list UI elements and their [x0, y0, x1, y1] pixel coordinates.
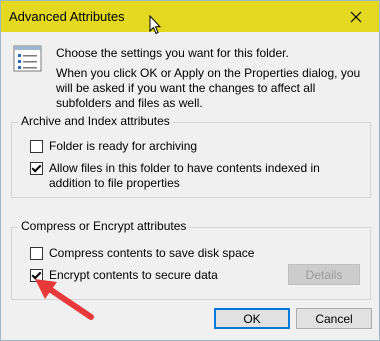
compress-checkbox[interactable] — [30, 247, 43, 260]
compress-checkbox-label: Compress contents to save disk space — [49, 246, 255, 260]
compress-group-label: Compress or Encrypt attributes — [18, 219, 190, 233]
intro-line-2: When you click OK or Apply on the Proper… — [56, 66, 361, 110]
archive-checkbox-label: Folder is ready for archiving — [49, 139, 198, 153]
cancel-button[interactable]: Cancel — [296, 308, 372, 329]
archive-checkbox[interactable] — [30, 140, 43, 153]
archive-group-label: Archive and Index attributes — [18, 114, 173, 128]
compress-checkbox-row[interactable]: Compress contents to save disk space — [30, 246, 254, 261]
advanced-attributes-dialog: Advanced Attributes Choose the settings … — [0, 0, 380, 341]
title-bar[interactable]: Advanced Attributes — [1, 1, 379, 32]
index-checkbox-label: Allow files in this folder to have conte… — [49, 161, 320, 190]
index-checkbox-row[interactable]: Allow files in this folder to have conte… — [30, 161, 360, 191]
details-button[interactable]: Details — [288, 264, 360, 285]
close-icon — [350, 11, 362, 22]
intro-text: Choose the settings you want for this fo… — [56, 46, 371, 116]
ok-button[interactable]: OK — [214, 308, 290, 329]
intro-line-1: Choose the settings you want for this fo… — [56, 46, 289, 60]
red-arrow-icon — [35, 279, 94, 320]
index-checkbox[interactable] — [30, 162, 43, 175]
archive-checkbox-row[interactable]: Folder is ready for archiving — [30, 139, 197, 154]
close-button[interactable] — [333, 1, 379, 32]
settings-list-icon — [13, 45, 42, 72]
mouse-cursor-icon — [149, 15, 161, 35]
archive-index-group: Archive and Index attributes Folder is r… — [11, 114, 371, 198]
window-title: Advanced Attributes — [9, 9, 125, 24]
